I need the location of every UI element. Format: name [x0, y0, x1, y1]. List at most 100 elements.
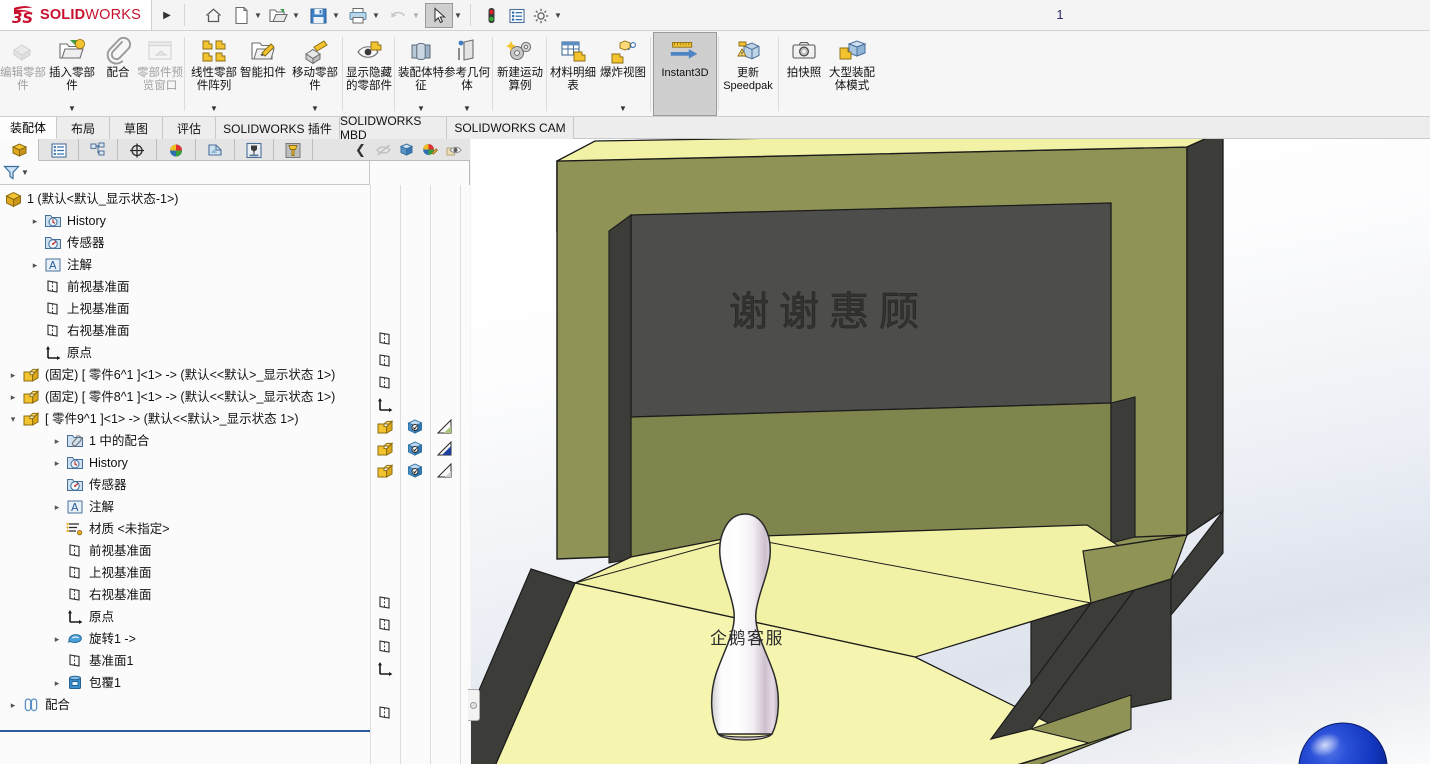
display-state-cube-icon[interactable]: [406, 418, 424, 436]
ribbon-dropdown-caret[interactable]: ▼: [444, 104, 490, 113]
tab-solidworks-cam[interactable]: SOLIDWORKS CAM: [447, 117, 574, 139]
tree-root-item[interactable]: 1 (默认<默认_显示状态-1>): [0, 188, 370, 210]
undo-dropdown[interactable]: ▼: [410, 4, 422, 27]
display-state-cube-icon[interactable]: [406, 440, 424, 458]
ribbon-take-snapshot[interactable]: 拍快照: [784, 33, 824, 115]
ribbon-large-assembly-mode[interactable]: 大型装配体模式: [826, 33, 878, 115]
tree-twisty-closed[interactable]: [48, 430, 66, 452]
ribbon-assembly-feature[interactable]: 装配体特征 ▼: [398, 33, 444, 115]
appearance-blue-icon[interactable]: [436, 440, 454, 458]
tree-item[interactable]: 包覆1: [0, 672, 370, 694]
appearance-green-icon[interactable]: [436, 418, 454, 436]
tree-item[interactable]: 前视基准面: [0, 276, 370, 298]
tree-filter-bar[interactable]: ▼: [0, 161, 370, 185]
tree-twisty-closed[interactable]: [4, 386, 22, 408]
property-manager-tab[interactable]: [40, 139, 79, 161]
tree-item[interactable]: 原点: [0, 342, 370, 364]
bowling-ball[interactable]: [1298, 722, 1388, 764]
ribbon-dropdown-caret[interactable]: ▼: [600, 104, 646, 113]
tab-assembly[interactable]: 装配体: [0, 117, 57, 139]
print-button[interactable]: [346, 4, 370, 27]
tree-twisty-closed[interactable]: [48, 452, 66, 474]
ribbon-reference-geometry[interactable]: 参考几何体 ▼: [444, 33, 490, 115]
tree-twisty-closed[interactable]: [26, 210, 44, 232]
graphics-viewport[interactable]: SW建模 另存为SMG格式: [471, 139, 1430, 764]
tree-item[interactable]: 1 中的配合: [0, 430, 370, 452]
tree-twisty-closed[interactable]: [48, 628, 66, 650]
home-button[interactable]: [200, 4, 226, 27]
assembly-model[interactable]: 谢谢惠顾: [471, 139, 1430, 764]
bowling-pin[interactable]: 企鹅客服: [680, 508, 810, 748]
tree-item[interactable]: History: [0, 210, 370, 232]
select-button[interactable]: [425, 3, 453, 28]
tree-twisty-closed[interactable]: [26, 254, 44, 276]
solidworks-logo[interactable]: 3S SOLIDWORKS: [0, 0, 152, 31]
ribbon-move-component[interactable]: 移动零部件 ▼: [290, 33, 340, 115]
panel-splitter-handle[interactable]: [468, 689, 480, 721]
open-document-dropdown[interactable]: ▼: [290, 4, 302, 27]
collapse-panel-button[interactable]: ❮: [350, 140, 371, 160]
ribbon-dropdown-caret[interactable]: ▼: [46, 104, 98, 113]
tree-item[interactable]: A 注解: [0, 496, 370, 518]
options-dropdown[interactable]: ▼: [552, 4, 564, 27]
tab-solidworks-addins[interactable]: SOLIDWORKS 插件: [216, 117, 340, 139]
ribbon-mate[interactable]: 配合: [98, 33, 138, 115]
ribbon-component-preview[interactable]: 零部件预览窗口: [137, 33, 183, 115]
render-manager-tab[interactable]: [196, 139, 235, 161]
appearance-button[interactable]: [419, 140, 440, 160]
tab-layout[interactable]: 布局: [57, 117, 110, 139]
ribbon-new-motion-study[interactable]: 新建运动算例: [496, 33, 544, 115]
select-dropdown[interactable]: ▼: [452, 4, 464, 27]
ribbon-show-hidden-components[interactable]: 显示隐藏的零部件: [346, 33, 392, 115]
tree-item[interactable]: 右视基准面: [0, 584, 370, 606]
new-document-button[interactable]: [230, 4, 252, 27]
tab-evaluate[interactable]: 评估: [163, 117, 216, 139]
tree-item[interactable]: 旋转1 ->: [0, 628, 370, 650]
options-list-button[interactable]: [506, 4, 528, 27]
ribbon-update-speedpak[interactable]: 更新 Speedpak: [722, 33, 774, 115]
appearance-gray-icon[interactable]: [436, 462, 454, 480]
tree-item[interactable]: 材质 <未指定>: [0, 518, 370, 540]
ribbon-dropdown-caret[interactable]: ▼: [290, 104, 340, 113]
filter-dropdown-caret[interactable]: ▼: [21, 168, 29, 177]
ribbon-insert-component[interactable]: 插入零部件 ▼: [46, 33, 98, 115]
save-dropdown[interactable]: ▼: [330, 4, 342, 27]
tree-twisty-closed[interactable]: [4, 694, 22, 716]
options-button[interactable]: [530, 4, 552, 27]
open-document-button[interactable]: [266, 4, 290, 27]
ribbon-dropdown-caret[interactable]: ▼: [398, 104, 444, 113]
display-manager-tab[interactable]: [157, 139, 196, 161]
hide-all-types-button[interactable]: [373, 140, 394, 160]
ribbon-edit-component[interactable]: 编辑零部件: [0, 33, 46, 115]
ribbon-smart-fastener[interactable]: 智能扣件: [240, 33, 286, 115]
tree-item[interactable]: 前视基准面: [0, 540, 370, 562]
undo-button[interactable]: [386, 4, 410, 27]
tree-item[interactable]: [ 零件9^1 ]<1> -> (默认<<默认>_显示状态 1>): [0, 408, 370, 430]
tree-item[interactable]: History: [0, 452, 370, 474]
tree-twisty-closed[interactable]: [48, 672, 66, 694]
tree-item[interactable]: 传感器: [0, 474, 370, 496]
tree-item[interactable]: 原点: [0, 606, 370, 628]
ribbon-bill-of-materials[interactable]: 材料明细表: [550, 33, 596, 115]
rebuild-button[interactable]: [480, 4, 502, 27]
tree-item[interactable]: (固定) [ 零件6^1 ]<1> -> (默认<<默认>_显示状态 1>): [0, 364, 370, 386]
tree-twisty-closed[interactable]: [4, 364, 22, 386]
ribbon-linear-component-pattern[interactable]: 线性零部件阵列 ▼: [188, 33, 240, 115]
tab-sketch[interactable]: 草图: [110, 117, 163, 139]
configuration-manager-tab[interactable]: [79, 139, 118, 161]
expand-menu-arrow[interactable]: ▶: [158, 6, 176, 24]
tree-item[interactable]: 配合: [0, 694, 370, 716]
print-dropdown[interactable]: ▼: [370, 4, 382, 27]
tree-item[interactable]: 传感器: [0, 232, 370, 254]
tree-twisty-open[interactable]: [4, 408, 22, 430]
ribbon-instant3d[interactable]: Instant3D: [653, 32, 717, 116]
tree-item[interactable]: 上视基准面: [0, 298, 370, 320]
ribbon-exploded-view[interactable]: 爆炸视图 ▼: [600, 33, 646, 115]
tree-item[interactable]: 上视基准面: [0, 562, 370, 584]
tab-solidworks-mbd[interactable]: SOLIDWORKS MBD: [340, 114, 447, 142]
component-visibility-button[interactable]: [442, 140, 463, 160]
cam-manager-tab[interactable]: [274, 139, 313, 161]
tree-twisty-closed[interactable]: [48, 496, 66, 518]
new-document-dropdown[interactable]: ▼: [252, 4, 264, 27]
display-state-cube-icon[interactable]: [406, 462, 424, 480]
